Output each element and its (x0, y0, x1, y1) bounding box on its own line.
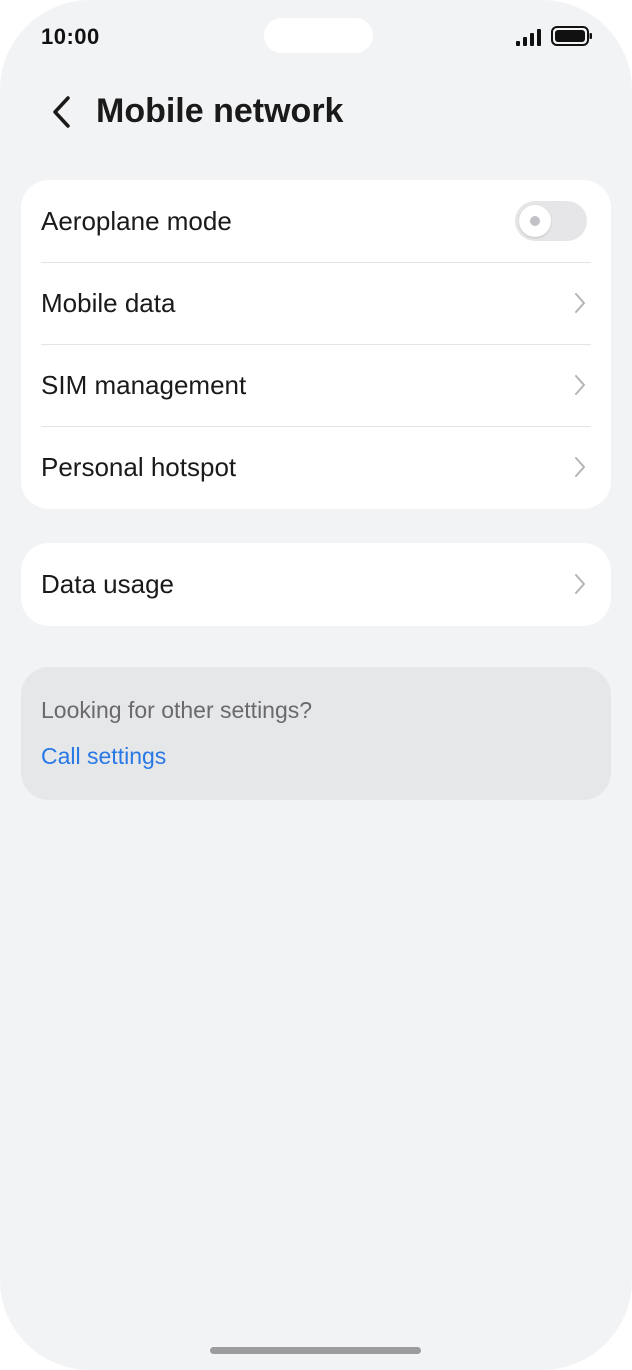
status-bar: 10:00 (0, 0, 632, 72)
battery-icon (551, 26, 592, 46)
page-title: Mobile network (96, 92, 344, 130)
personal-hotspot-row[interactable]: Personal hotspot (21, 426, 611, 508)
chevron-right-icon (575, 574, 585, 594)
phone-screen: 10:00 Mobile network Aeroplane mode Mobi… (0, 0, 632, 1370)
signal-bars-icon (516, 29, 541, 46)
sim-management-row[interactable]: SIM management (21, 344, 611, 426)
home-indicator[interactable] (210, 1347, 421, 1354)
row-label: Personal hotspot (41, 451, 237, 482)
chevron-right-icon (575, 293, 585, 313)
row-label: SIM management (41, 369, 247, 400)
call-settings-link[interactable]: Call settings (41, 743, 166, 770)
network-settings-card: Aeroplane mode Mobile data SIM managemen… (21, 180, 611, 509)
toggle-knob (519, 205, 551, 237)
aeroplane-mode-row[interactable]: Aeroplane mode (21, 180, 611, 262)
mobile-data-row[interactable]: Mobile data (21, 262, 611, 344)
chevron-right-icon (575, 457, 585, 477)
back-button[interactable] (36, 86, 86, 138)
row-label: Data usage (41, 568, 174, 599)
aeroplane-mode-toggle[interactable] (515, 201, 587, 241)
row-label: Mobile data (41, 287, 176, 318)
data-usage-row[interactable]: Data usage (21, 543, 611, 625)
suggestions-prompt: Looking for other settings? (41, 697, 313, 723)
data-usage-card: Data usage (21, 543, 611, 626)
row-label: Aeroplane mode (41, 205, 232, 236)
page-header: Mobile network (0, 80, 632, 144)
chevron-right-icon (575, 375, 585, 395)
dynamic-island (264, 18, 373, 53)
status-time: 10:00 (41, 24, 100, 49)
suggestions-card: Looking for other settings? Call setting… (21, 667, 611, 800)
chevron-left-icon (53, 96, 70, 128)
